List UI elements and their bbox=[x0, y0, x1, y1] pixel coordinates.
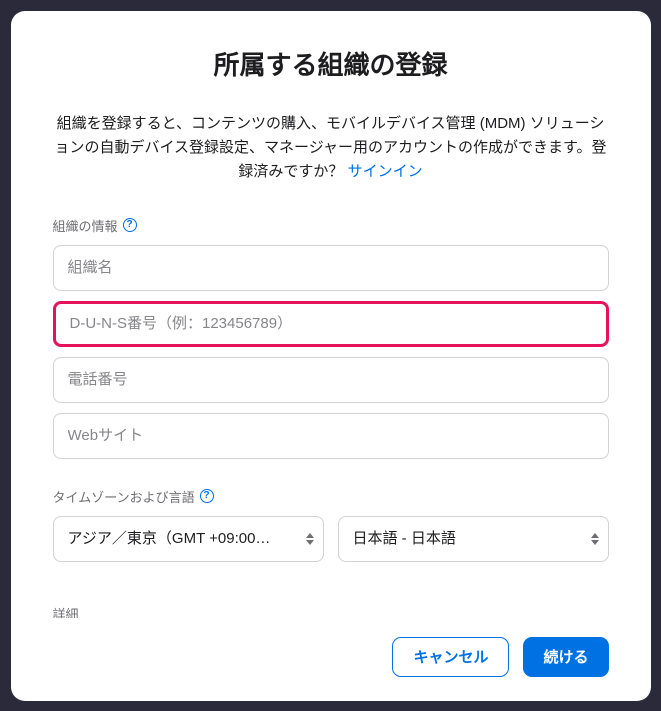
help-icon[interactable]: ? bbox=[200, 489, 214, 503]
timezone-label-text: タイムゾーンおよび言語 bbox=[53, 487, 195, 506]
language-select-wrapper: 日本語 - 日本語 bbox=[338, 516, 609, 562]
duns-number-input[interactable] bbox=[53, 301, 609, 347]
timezone-label: タイムゾーンおよび言語 ? bbox=[53, 487, 609, 506]
timezone-language-row: アジア／東京（GMT +09:00… 日本語 - 日本語 bbox=[53, 516, 609, 562]
language-select[interactable]: 日本語 - 日本語 bbox=[338, 516, 609, 562]
website-input[interactable] bbox=[53, 413, 609, 459]
cancel-button[interactable]: キャンセル bbox=[392, 637, 509, 677]
phone-number-input[interactable] bbox=[53, 357, 609, 403]
org-info-label: 組織の情報 ? bbox=[53, 216, 609, 235]
enrollment-modal: 所属する組織の登録 組織を登録すると、コンテンツの購入、モバイルデバイス管理 (… bbox=[11, 11, 651, 701]
modal-footer: キャンセル 続ける bbox=[53, 618, 609, 677]
org-info-label-text: 組織の情報 bbox=[53, 216, 118, 235]
modal-title: 所属する組織の登録 bbox=[53, 45, 609, 82]
timezone-select[interactable]: アジア／東京（GMT +09:00… bbox=[53, 516, 324, 562]
timezone-select-wrapper: アジア／東京（GMT +09:00… bbox=[53, 516, 324, 562]
modal-description: 組織を登録すると、コンテンツの購入、モバイルデバイス管理 (MDM) ソリューシ… bbox=[53, 112, 609, 184]
details-label: 詳細 bbox=[53, 604, 609, 618]
help-icon[interactable]: ? bbox=[123, 218, 137, 232]
description-text: 組織を登録すると、コンテンツの購入、モバイルデバイス管理 (MDM) ソリューシ… bbox=[54, 115, 606, 180]
signin-link[interactable]: サインイン bbox=[348, 163, 423, 180]
form-area: 組織の情報 ? タイムゾーンおよび言語 ? アジア／東京（GMT +09:00… bbox=[53, 216, 609, 618]
continue-button[interactable]: 続ける bbox=[523, 637, 608, 677]
org-name-input[interactable] bbox=[53, 245, 609, 291]
details-label-text: 詳細 bbox=[53, 604, 79, 618]
